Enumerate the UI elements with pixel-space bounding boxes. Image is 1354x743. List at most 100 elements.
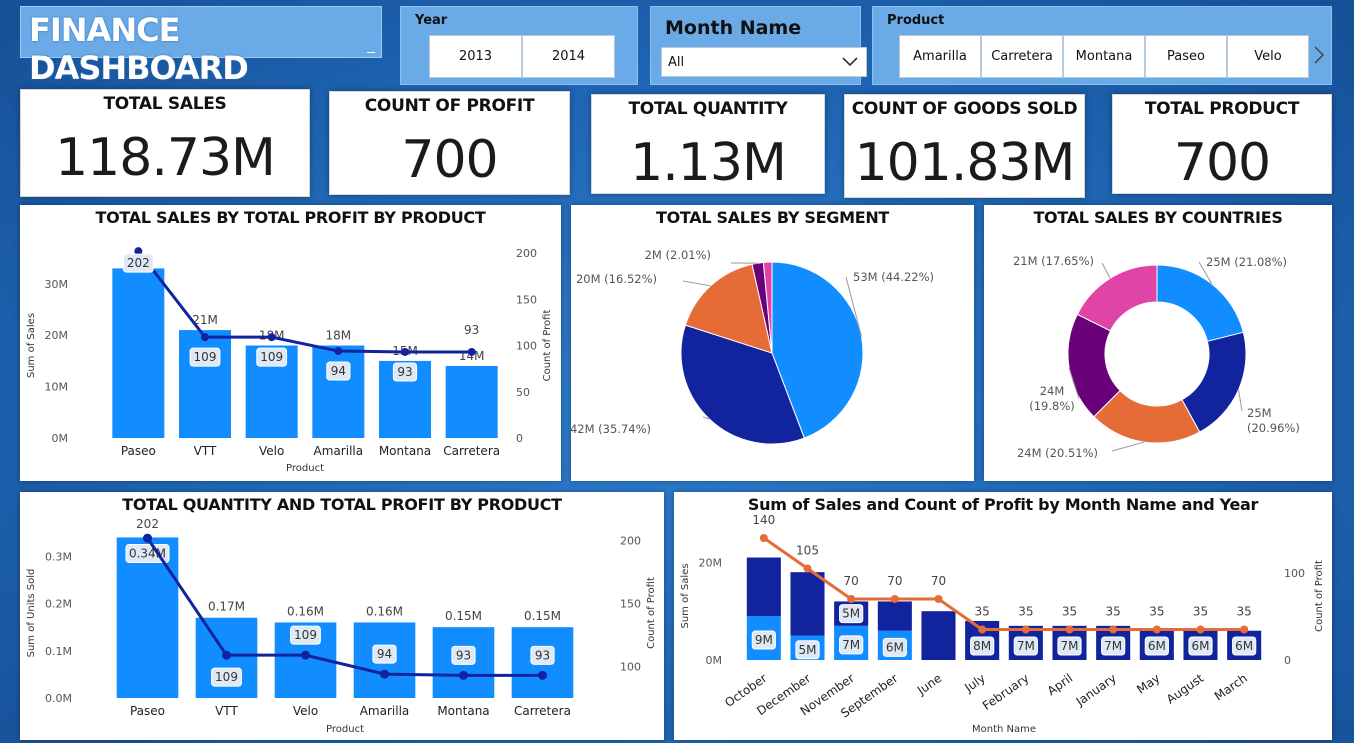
- x-tick-label: Amarilla: [360, 704, 410, 718]
- profit-point: [759, 534, 768, 542]
- leader-line: [1111, 441, 1145, 452]
- bar-2014: [746, 557, 781, 617]
- year-option-2013[interactable]: 2013: [429, 35, 522, 78]
- leader-line: [682, 280, 711, 287]
- bar: [312, 345, 365, 438]
- profit-data-label: 109: [294, 628, 317, 642]
- x-tick-label: February: [980, 671, 1032, 713]
- profit-point: [459, 670, 468, 680]
- y2-tick-label: 100: [516, 340, 537, 353]
- profit-data-label: 93: [464, 323, 479, 337]
- x-tick-label: Amarilla: [314, 444, 364, 458]
- y2-axis-label: Count of Profit: [1314, 560, 1325, 632]
- y2-tick-label: 200: [516, 247, 537, 260]
- panel-sales-by-countries: TOTAL SALES BY COUNTRIES 25M (21.08%) 25M…: [984, 205, 1332, 481]
- x-tick-label: Montana: [437, 704, 489, 718]
- y-tick-label: 0M: [52, 432, 69, 445]
- card-label: TOTAL PRODUCT: [1144, 99, 1300, 119]
- profit-point: [201, 333, 209, 342]
- y2-tick-label: 150: [620, 598, 641, 611]
- y-tick-label: 0.1M: [45, 645, 72, 658]
- profit-point: [978, 625, 987, 634]
- panel-quantity-and-profit-by-product: TOTAL QUANTITY AND TOTAL PROFIT BY PRODU…: [20, 492, 664, 740]
- product-option-paseo[interactable]: Paseo: [1145, 35, 1227, 78]
- profit-point: [380, 669, 389, 679]
- profit-point: [467, 347, 476, 356]
- year-option-2014[interactable]: 2014: [522, 35, 615, 78]
- y2-tick-label: 0: [1284, 654, 1291, 667]
- x-tick-label: June: [914, 671, 944, 698]
- chart-sales-by-segment[interactable]: 53M (44.22%) 42M (35.74%) 20M (16.52%) 2M (…: [571, 205, 974, 481]
- product-option-amarilla[interactable]: Amarilla: [899, 35, 981, 78]
- chart-sales-by-profit-by-product[interactable]: 0M 10M 20M 30M 0 50 100 150 200 Sum of Sales Count…: [20, 205, 561, 481]
- bar-data-label: 7M: [1017, 639, 1035, 653]
- profit-point: [934, 595, 943, 603]
- profit-data-label: 35: [1237, 605, 1252, 619]
- x-tick-label: May: [1134, 671, 1162, 697]
- profit-data-label: 140: [752, 513, 775, 527]
- bar-2014: [877, 601, 912, 631]
- profit-point: [1240, 625, 1249, 634]
- bar-data-label: 8M: [973, 639, 991, 653]
- profit-point: [301, 650, 310, 660]
- profit-data-label: 109: [260, 350, 283, 364]
- y-tick-label: 0.3M: [45, 550, 72, 563]
- card-label: COUNT OF PROFIT: [364, 96, 535, 116]
- y2-tick-label: 100: [620, 661, 641, 674]
- slice-label: 24M (19.8%): [1029, 384, 1075, 413]
- bar: [445, 366, 498, 438]
- x-axis-label: Product: [326, 724, 364, 735]
- product-option-velo[interactable]: Velo: [1227, 35, 1309, 78]
- card-count-of-goods-sold: COUNT OF GOODS SOLD 101.83M: [844, 94, 1085, 198]
- profit-point: [538, 670, 547, 680]
- x-tick-label: August: [1164, 671, 1207, 707]
- chart-sales-by-countries[interactable]: 25M (21.08%) 25M (20.96%) 24M (20.51%) 24M (1…: [984, 205, 1332, 481]
- profit-data-label: 35: [975, 605, 990, 619]
- chart-sales-and-profit-by-month[interactable]: 0M 20M 0 100 Sum of Sales Count of Profit Mont…: [674, 492, 1332, 740]
- leader-line: [1101, 262, 1111, 279]
- profit-point: [143, 533, 152, 543]
- x-tick-label: April: [1045, 671, 1076, 698]
- x-tick-label: Carretera: [514, 704, 571, 718]
- profit-data-label: 109: [194, 350, 217, 364]
- y-tick-label: 20M: [45, 329, 69, 342]
- profit-point: [803, 564, 812, 573]
- panel-sales-by-segment: TOTAL SALES BY SEGMENT 53M (44.22%) 42M (…: [571, 205, 974, 481]
- x-axis-label: Product: [286, 463, 324, 474]
- bar: [112, 268, 165, 438]
- month-slicer: Month Name All: [650, 6, 867, 85]
- bar-2014: [790, 572, 825, 636]
- bar-data-label: 9M: [755, 633, 773, 647]
- profit-data-label: 93: [397, 365, 412, 379]
- profit-data-label: 202: [136, 517, 159, 531]
- month-dropdown-value: All: [668, 54, 685, 70]
- y2-tick-label: 100: [1284, 567, 1305, 580]
- card-label: TOTAL QUANTITY: [628, 99, 788, 119]
- profit-point: [1152, 625, 1161, 634]
- chevron-right-icon[interactable]: [1313, 45, 1325, 65]
- x-tick-label: Velo: [259, 444, 284, 458]
- profit-point: [334, 347, 343, 356]
- month-dropdown[interactable]: All: [661, 47, 867, 77]
- profit-data-label: 35: [1193, 605, 1208, 619]
- slice-label: 25M (21.08%): [1206, 255, 1287, 269]
- chart-quantity-and-profit-by-product[interactable]: 0.0M 0.1M 0.2M 0.3M 100 150 200 Sum of Units So…: [20, 492, 664, 740]
- profit-point: [1021, 625, 1030, 634]
- profit-data-label: 70: [931, 574, 946, 588]
- x-tick-label: VTT: [194, 444, 217, 458]
- card-total-product: TOTAL PRODUCT 700: [1112, 94, 1332, 194]
- profit-data-label: 93: [456, 648, 471, 662]
- slice-label: 21M (17.65%): [1013, 254, 1094, 268]
- slice-label-line: (19.8%): [1029, 399, 1075, 413]
- profit-point: [1196, 625, 1205, 634]
- x-tick-label: July: [961, 671, 988, 695]
- product-slicer: Product Amarilla Carretera Montana Paseo…: [872, 6, 1332, 85]
- slice-label: 53M (44.22%): [853, 270, 934, 284]
- card-label: COUNT OF GOODS SOLD: [851, 99, 1078, 119]
- profit-data-label: 70: [887, 574, 902, 588]
- product-option-carretera[interactable]: Carretera: [981, 35, 1063, 78]
- slice-label: 2M (2.01%): [645, 248, 711, 262]
- product-option-montana[interactable]: Montana: [1063, 35, 1145, 78]
- year-slicer-label: Year: [415, 13, 448, 28]
- y-axis-label: Sum of Sales: [680, 563, 691, 628]
